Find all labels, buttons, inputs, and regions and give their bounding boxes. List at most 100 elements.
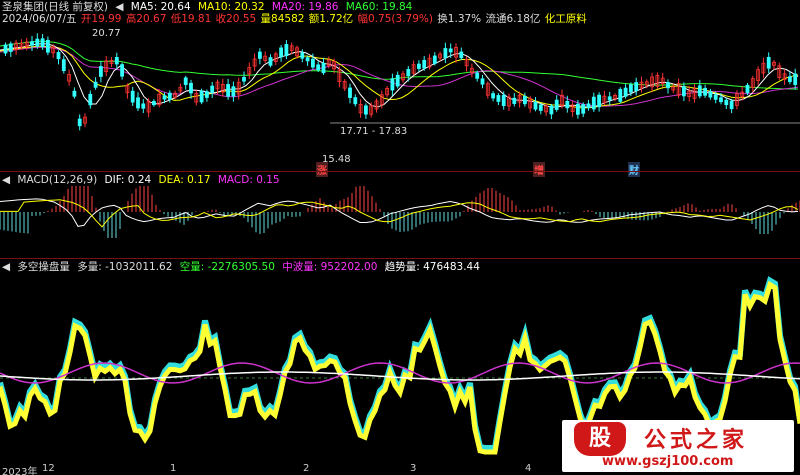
- candle-body: [788, 76, 792, 83]
- candle-body: [93, 81, 98, 88]
- candle-body: [300, 52, 305, 59]
- axis-label-2023: 2023年: [2, 467, 38, 475]
- watermark-logo: 股: [574, 422, 626, 456]
- candle-body: [554, 99, 559, 110]
- macd-chart: [0, 186, 800, 238]
- candle-body: [793, 73, 798, 85]
- candle-body: [475, 72, 480, 79]
- candle-body: [597, 94, 601, 108]
- candle-body: [443, 48, 448, 58]
- axis-label-12: 12: [42, 463, 55, 474]
- candle-body: [538, 104, 543, 111]
- candle-body: [40, 38, 45, 48]
- candle-body: [729, 100, 734, 110]
- candle-body: [268, 57, 273, 66]
- candle-body: [766, 56, 771, 69]
- candle-body: [724, 99, 729, 106]
- candle-body: [607, 96, 612, 101]
- candle-body: [136, 97, 140, 109]
- candle-body: [703, 87, 707, 96]
- candle-body: [719, 97, 723, 103]
- candle-body: [167, 92, 172, 100]
- candle-body: [432, 55, 437, 64]
- candle-body: [231, 86, 236, 97]
- candle-body: [72, 90, 77, 97]
- candle-body: [226, 84, 231, 97]
- candle-body: [480, 78, 485, 85]
- candle-body: [321, 62, 326, 74]
- candle-body: [88, 93, 93, 106]
- candle-body: [549, 105, 554, 115]
- candle-body: [591, 96, 596, 110]
- axis-label-1: 1: [170, 463, 177, 474]
- candle-body: [189, 82, 193, 94]
- axis-label-2: 2: [303, 463, 310, 474]
- candle-body: [8, 43, 13, 52]
- candle-body: [199, 90, 204, 103]
- candle-body: [151, 100, 156, 106]
- candle-body: [61, 59, 66, 72]
- candle-body: [533, 101, 538, 110]
- watermark: 股 公式之家 www.gszj100.com: [562, 420, 794, 472]
- candle-body: [666, 82, 670, 89]
- candle-body: [30, 41, 34, 46]
- candle-body: [565, 101, 570, 109]
- candle-body: [316, 64, 321, 71]
- candle-body: [682, 86, 686, 97]
- candle-body: [501, 94, 506, 107]
- candle-body: [581, 104, 586, 114]
- watermark-url: www.gszj100.com: [602, 454, 734, 469]
- candle-body: [210, 85, 215, 93]
- candle-body: [204, 91, 209, 98]
- candle-body: [353, 97, 358, 105]
- candle-body: [99, 66, 103, 77]
- candle-body: [183, 77, 188, 85]
- watermark-name: 公式之家: [644, 428, 749, 453]
- candle-body: [697, 85, 702, 97]
- high-price-label: 20.77: [92, 28, 121, 39]
- candle-body: [77, 118, 82, 127]
- candle-body: [390, 78, 395, 91]
- axis-label-3: 3: [410, 463, 417, 474]
- candle-body: [422, 59, 427, 69]
- candle-body: [257, 51, 262, 59]
- candle-body: [496, 95, 501, 102]
- candle-body: [629, 84, 633, 93]
- candle-body: [708, 91, 713, 98]
- candle-body: [305, 57, 310, 62]
- candle-body: [745, 84, 750, 94]
- candle-body: [56, 52, 61, 60]
- candle-body: [491, 93, 496, 99]
- candle-body: [46, 39, 50, 53]
- candle-body: [623, 87, 628, 97]
- axis-label-4: 4: [525, 463, 532, 474]
- candle-body: [586, 103, 591, 109]
- candle-body: [713, 94, 718, 100]
- candle-body: [459, 51, 464, 59]
- candle-body: [512, 97, 517, 104]
- candle-body: [310, 58, 315, 68]
- candle-body: [618, 88, 623, 102]
- candle-body: [284, 44, 289, 57]
- candle-body: [162, 95, 167, 100]
- candle-body: [395, 74, 400, 87]
- candle-body: [634, 82, 639, 92]
- candle-body: [348, 87, 352, 98]
- candle-body: [120, 64, 124, 77]
- candle-body: [130, 90, 135, 103]
- candle-body: [114, 57, 119, 65]
- candle-body: [35, 38, 40, 47]
- range-price-label: 17.71 - 17.83: [340, 126, 408, 137]
- candle-body: [3, 44, 8, 54]
- candle-body: [363, 105, 368, 115]
- candle-body: [279, 47, 284, 58]
- candle-body: [242, 77, 246, 82]
- price-chart: [0, 33, 800, 131]
- price-candles: [3, 33, 798, 131]
- candle-body: [416, 63, 421, 69]
- candle-body: [141, 103, 146, 109]
- candle-body: [448, 48, 453, 53]
- candle-body: [406, 69, 411, 77]
- candle-body: [576, 103, 580, 115]
- candle-body: [523, 95, 527, 105]
